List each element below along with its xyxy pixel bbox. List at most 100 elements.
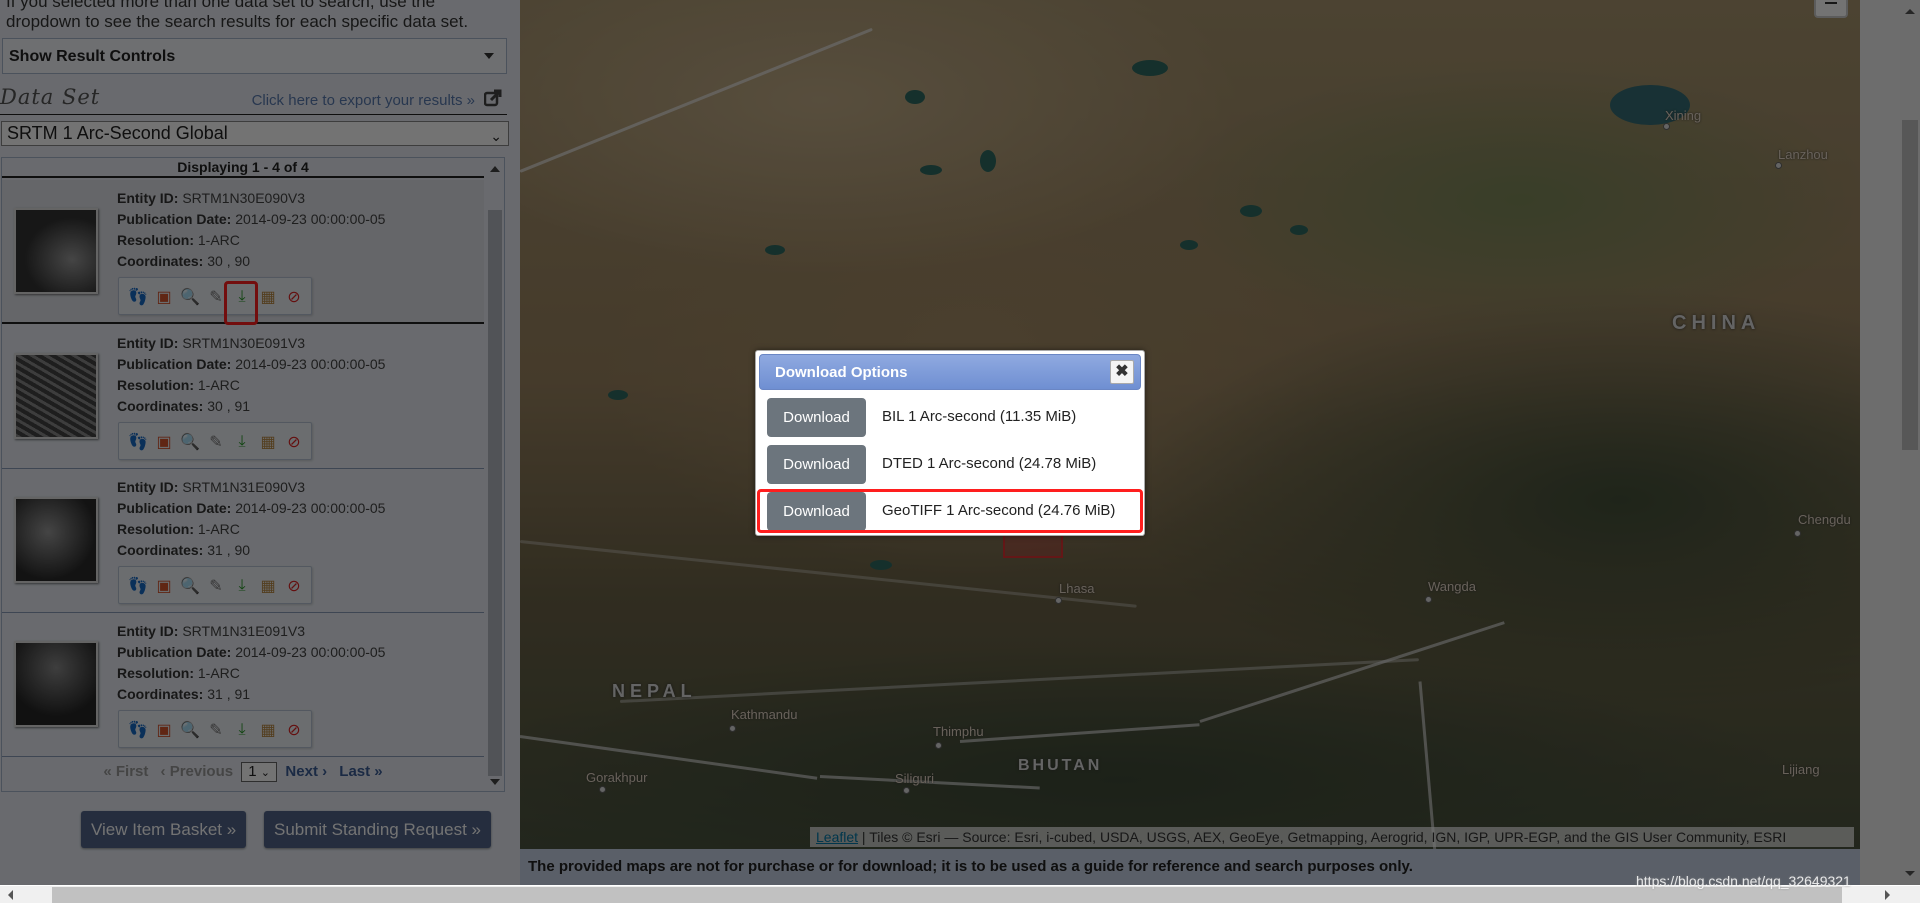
map-view[interactable]: CHINA NEPAL BHUTAN Xining Lanzhou Chengd… bbox=[520, 0, 1860, 849]
overlay-icon[interactable]: ▣ bbox=[153, 719, 175, 741]
field-resolution: Resolution: 1-ARC bbox=[117, 663, 385, 684]
field-label: Entity ID: bbox=[117, 190, 183, 206]
item-metadata: Entity ID: SRTM1N30E090V3 Publication Dat… bbox=[117, 188, 385, 272]
result-item[interactable]: Entity ID: SRTM1N30E091V3 Publication Dat… bbox=[2, 325, 484, 469]
scroll-left-arrow[interactable] bbox=[8, 890, 13, 900]
field-entity-id: Entity ID: SRTM1N30E091V3 bbox=[117, 333, 385, 354]
page-vertical-scrollbar[interactable] bbox=[1900, 0, 1920, 885]
browse-thumbnail[interactable] bbox=[14, 497, 98, 583]
item-toolbar: 👣 ▣ 🔍 ✎ ⤓ ▦ ⊘ bbox=[118, 710, 312, 748]
map-label-lanzhou: Lanzhou bbox=[1778, 147, 1828, 162]
bulk-download-icon[interactable]: ▦ bbox=[257, 719, 279, 741]
browse-thumbnail[interactable] bbox=[14, 641, 98, 727]
download-bil-button[interactable]: Download bbox=[767, 398, 866, 437]
satellite-basemap bbox=[520, 0, 1860, 849]
bulk-download-icon[interactable]: ▦ bbox=[257, 575, 279, 597]
exclude-icon[interactable]: ⊘ bbox=[283, 286, 305, 308]
metadata-icon[interactable]: ✎ bbox=[205, 575, 227, 597]
field-coordinates: Coordinates: 30 , 91 bbox=[117, 396, 385, 417]
minus-icon bbox=[1825, 2, 1837, 4]
item-metadata: Entity ID: SRTM1N31E091V3 Publication Dat… bbox=[117, 621, 385, 705]
dataset-select-value: SRTM 1 Arc-Second Global bbox=[7, 123, 228, 143]
page-select[interactable]: 1 ⌄ bbox=[241, 762, 278, 782]
download-dted-button[interactable]: Download bbox=[767, 445, 866, 484]
chevron-down-icon: ⌄ bbox=[490, 128, 502, 144]
item-metadata: Entity ID: SRTM1N31E090V3 Publication Dat… bbox=[117, 477, 385, 561]
footprint-icon[interactable]: 👣 bbox=[127, 719, 149, 741]
browse-icon[interactable]: 🔍 bbox=[179, 575, 201, 597]
scroll-down-arrow[interactable] bbox=[1905, 871, 1915, 876]
download-icon[interactable]: ⤓ bbox=[231, 719, 253, 741]
page-horizontal-scrollbar[interactable] bbox=[0, 885, 1920, 903]
browse-thumbnail[interactable] bbox=[14, 353, 98, 439]
footprint-icon[interactable]: 👣 bbox=[127, 575, 149, 597]
leaflet-link[interactable]: Leaflet bbox=[816, 829, 858, 845]
item-metadata: Entity ID: SRTM1N30E091V3 Publication Dat… bbox=[117, 333, 385, 417]
metadata-icon[interactable]: ✎ bbox=[205, 719, 227, 741]
view-item-basket-button[interactable]: View Item Basket » bbox=[81, 811, 247, 848]
watermark: https://blog.csdn.net/qq_32649321 bbox=[1636, 873, 1851, 889]
field-label: Coordinates: bbox=[117, 398, 208, 414]
bulk-download-icon[interactable]: ▦ bbox=[257, 286, 279, 308]
lake bbox=[608, 390, 628, 400]
pager-first: « First bbox=[103, 762, 149, 780]
field-value: 31 , 90 bbox=[207, 542, 251, 558]
scroll-thumb[interactable] bbox=[52, 887, 1842, 903]
results-scrollbar[interactable] bbox=[486, 158, 504, 791]
result-item[interactable]: Entity ID: SRTM1N31E090V3 Publication Dat… bbox=[2, 469, 484, 613]
browse-icon[interactable]: 🔍 bbox=[179, 431, 201, 453]
browse-icon[interactable]: 🔍 bbox=[179, 719, 201, 741]
page-gutter bbox=[1860, 0, 1900, 885]
bulk-download-icon[interactable]: ▦ bbox=[257, 431, 279, 453]
exclude-icon[interactable]: ⊘ bbox=[283, 431, 305, 453]
footprint-icon[interactable]: 👣 bbox=[127, 286, 149, 308]
zoom-out-button[interactable] bbox=[1814, 0, 1848, 18]
show-result-controls-toggle[interactable]: Show Result Controls bbox=[2, 38, 507, 74]
metadata-icon[interactable]: ✎ bbox=[205, 431, 227, 453]
export-results-link[interactable]: Click here to export your results » bbox=[252, 92, 475, 109]
overlay-icon[interactable]: ▣ bbox=[153, 575, 175, 597]
scroll-thumb[interactable] bbox=[488, 210, 502, 776]
scroll-up-arrow[interactable] bbox=[490, 166, 500, 172]
map-label-xining: Xining bbox=[1665, 108, 1702, 123]
browse-icon[interactable]: 🔍 bbox=[179, 286, 201, 308]
field-label: Entity ID: bbox=[117, 623, 183, 639]
pager-last[interactable]: Last » bbox=[339, 763, 382, 780]
field-label: Publication Date: bbox=[117, 500, 236, 516]
external-link-icon[interactable] bbox=[484, 89, 502, 107]
intro-text: If you selected more than one data set t… bbox=[6, 0, 469, 31]
close-button[interactable]: ✖ bbox=[1110, 360, 1134, 384]
lake bbox=[920, 165, 942, 175]
exclude-icon[interactable]: ⊘ bbox=[283, 575, 305, 597]
field-publication-date: Publication Date: 2014-09-23 00:00:00-05 bbox=[117, 642, 385, 663]
download-icon[interactable]: ⤓ bbox=[231, 431, 253, 453]
scroll-thumb[interactable] bbox=[1902, 120, 1918, 450]
lake bbox=[1290, 225, 1308, 235]
submit-standing-request-button[interactable]: Submit Standing Request » bbox=[264, 811, 491, 848]
exclude-icon[interactable]: ⊘ bbox=[283, 719, 305, 741]
download-option-dted: Download DTED 1 Arc-second (24.78 MiB) bbox=[767, 445, 1137, 485]
result-item[interactable]: Entity ID: SRTM1N30E090V3 Publication Dat… bbox=[2, 180, 484, 325]
overlay-icon[interactable]: ▣ bbox=[153, 286, 175, 308]
dataset-select[interactable]: SRTM 1 Arc-Second Global ⌄ bbox=[1, 121, 509, 146]
field-resolution: Resolution: 1-ARC bbox=[117, 375, 385, 396]
scroll-right-arrow[interactable] bbox=[1885, 890, 1890, 900]
field-label: Coordinates: bbox=[117, 686, 208, 702]
download-icon[interactable]: ⤓ bbox=[231, 575, 253, 597]
overlay-icon[interactable]: ▣ bbox=[153, 431, 175, 453]
download-geotiff-button[interactable]: Download bbox=[767, 492, 866, 531]
option-label: DTED 1 Arc-second (24.78 MiB) bbox=[882, 455, 1097, 472]
scroll-up-arrow[interactable] bbox=[1905, 9, 1915, 14]
pager-next[interactable]: Next › bbox=[285, 763, 327, 780]
city-marker bbox=[1794, 530, 1801, 537]
field-label: Coordinates: bbox=[117, 253, 208, 269]
browse-thumbnail[interactable] bbox=[14, 208, 98, 294]
footprint-icon[interactable]: 👣 bbox=[127, 431, 149, 453]
chevron-down-icon: ⌄ bbox=[260, 767, 270, 779]
result-item[interactable]: Entity ID: SRTM1N31E091V3 Publication Dat… bbox=[2, 613, 484, 757]
pager-previous: ‹ Previous bbox=[160, 762, 234, 780]
field-value: SRTM1N30E090V3 bbox=[182, 190, 306, 206]
scroll-down-arrow[interactable] bbox=[490, 779, 500, 785]
field-coordinates: Coordinates: 30 , 90 bbox=[117, 251, 385, 272]
field-value: 2014-09-23 00:00:00-05 bbox=[235, 356, 386, 372]
